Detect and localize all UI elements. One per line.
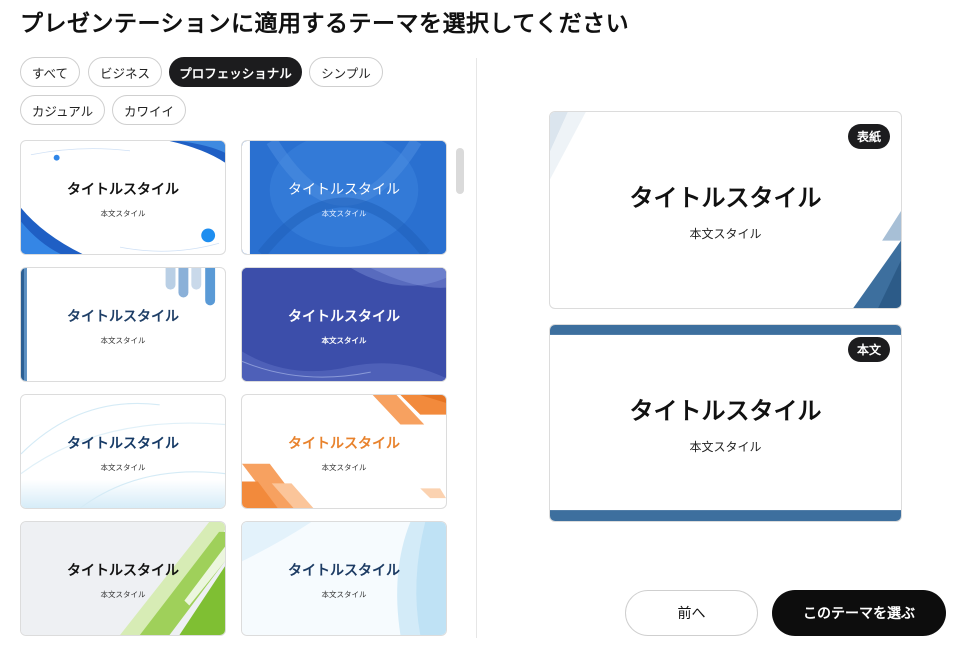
theme-card-body: 本文スタイル	[321, 336, 367, 345]
theme-card-title: タイトルスタイル	[288, 309, 400, 325]
theme-card-title: タイトルスタイル	[288, 436, 400, 452]
theme-card-body: 本文スタイル	[100, 209, 146, 218]
theme-card-body: 本文スタイル	[100, 463, 146, 472]
theme-card[interactable]: タイトルスタイル 本文スタイル	[241, 394, 447, 509]
theme-card[interactable]: タイトルスタイル 本文スタイル	[20, 521, 226, 636]
cover-slide-preview: 表紙 タイトルスタイル 本文スタイル	[549, 111, 902, 309]
page-title: プレゼンテーションに適用するテーマを選択してください	[20, 11, 630, 37]
content-slide-preview: 本文 タイトルスタイル 本文スタイル	[549, 324, 902, 522]
theme-grid-scrollbar[interactable]	[456, 148, 464, 194]
cover-badge: 表紙	[847, 124, 890, 149]
filter-chip-casual[interactable]: カジュアル	[20, 95, 105, 125]
panel-divider	[476, 58, 477, 638]
theme-card-body: 本文スタイル	[321, 590, 367, 599]
choose-theme-button[interactable]: このテーマを選ぶ	[772, 590, 946, 636]
theme-card-title: タイトルスタイル	[67, 436, 179, 452]
theme-grid: タイトルスタイル 本文スタイル タイトルスタイル 本文スタイル タイトルスタイル…	[20, 140, 450, 636]
theme-card[interactable]: タイトルスタイル 本文スタイル	[241, 521, 447, 636]
filter-chip-kawaii[interactable]: カワイイ	[112, 95, 186, 125]
theme-card-body: 本文スタイル	[100, 590, 146, 599]
theme-card[interactable]: タイトルスタイル 本文スタイル	[241, 140, 447, 255]
content-preview-title: タイトルスタイル	[629, 397, 822, 425]
theme-card-body: 本文スタイル	[100, 336, 146, 345]
cover-preview-body: 本文スタイル	[689, 227, 762, 241]
filter-chip-professional[interactable]: プロフェッショナル	[169, 57, 302, 87]
prev-button[interactable]: 前へ	[625, 590, 758, 636]
theme-card[interactable]: タイトルスタイル 本文スタイル	[20, 140, 226, 255]
theme-card-title: タイトルスタイル	[288, 182, 400, 198]
filter-chip-business[interactable]: ビジネス	[88, 57, 162, 87]
theme-card[interactable]: タイトルスタイル 本文スタイル	[20, 394, 226, 509]
theme-card-title: タイトルスタイル	[67, 182, 179, 198]
theme-card[interactable]: タイトルスタイル 本文スタイル	[20, 267, 226, 382]
cover-preview-title: タイトルスタイル	[629, 184, 822, 212]
theme-card-title: タイトルスタイル	[67, 309, 179, 325]
theme-card-title: タイトルスタイル	[67, 563, 179, 579]
content-preview-body: 本文スタイル	[689, 440, 762, 454]
theme-card-title: タイトルスタイル	[288, 563, 400, 579]
theme-card-body: 本文スタイル	[321, 463, 367, 472]
theme-card[interactable]: タイトルスタイル 本文スタイル	[241, 267, 447, 382]
content-badge: 本文	[847, 337, 890, 362]
filter-chip-simple[interactable]: シンプル	[309, 57, 383, 87]
filter-chip-all[interactable]: すべて	[20, 57, 80, 87]
theme-card-body: 本文スタイル	[321, 209, 367, 218]
